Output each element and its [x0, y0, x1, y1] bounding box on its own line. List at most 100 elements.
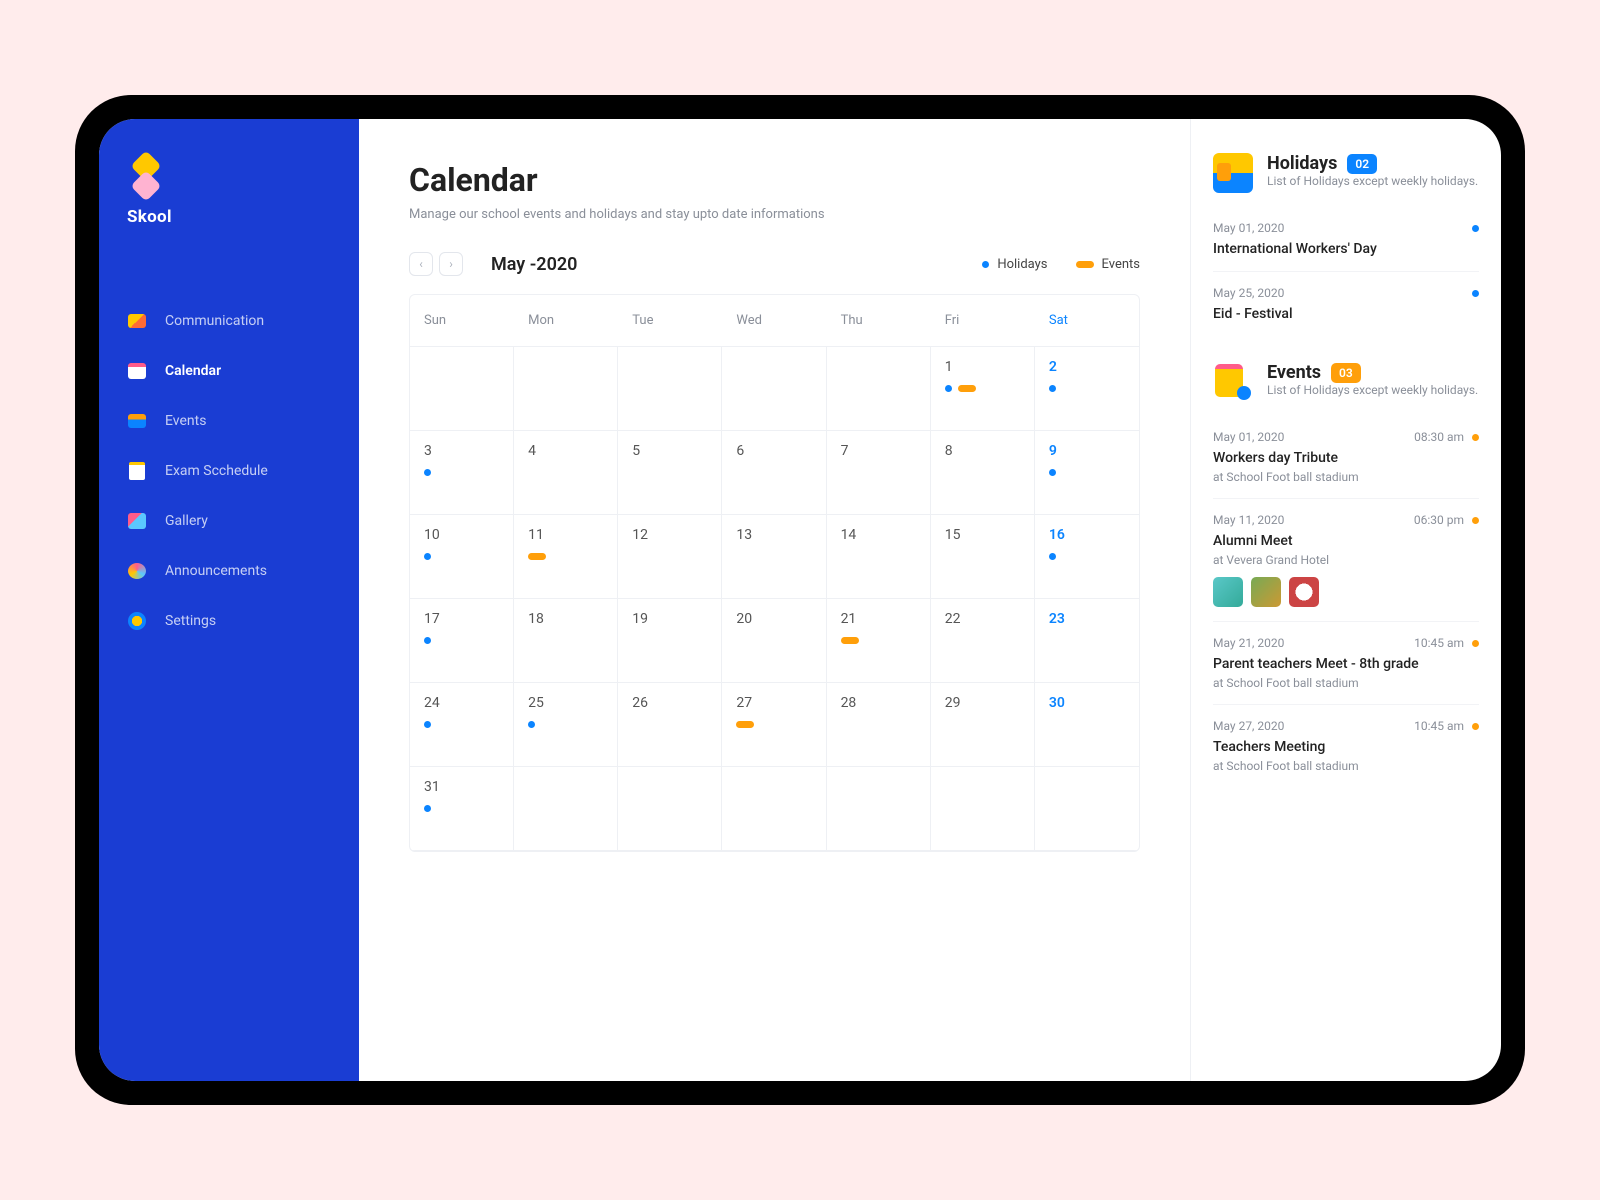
nav-calendar[interactable]: Calendar: [99, 347, 359, 395]
date-cell[interactable]: 18: [514, 599, 618, 683]
chat-icon: [127, 311, 147, 331]
date-cell[interactable]: 15: [931, 515, 1035, 599]
holiday-marker-icon: [945, 385, 952, 392]
event-marker-icon: [736, 721, 754, 728]
date-number: 15: [945, 527, 1020, 543]
event-time: 10:45 am: [1414, 636, 1464, 650]
gear-icon: [127, 611, 147, 631]
event-item[interactable]: May 01, 202008:30 amWorkers day Tributea…: [1213, 416, 1479, 499]
thumbnail-image[interactable]: [1289, 577, 1319, 607]
event-item[interactable]: May 21, 202010:45 amParent teachers Meet…: [1213, 622, 1479, 705]
nav-events[interactable]: Events: [99, 397, 359, 445]
date-number: 3: [424, 443, 499, 459]
event-item[interactable]: May 11, 202006:30 pmAlumni Meetat Vevera…: [1213, 499, 1479, 622]
date-cell[interactable]: 22: [931, 599, 1035, 683]
event-thumbnails: [1213, 577, 1479, 607]
nav: Communication Calendar Events Exam Scche…: [99, 297, 359, 645]
event-dot-icon: [1472, 723, 1479, 730]
date-cell[interactable]: 1: [931, 347, 1035, 431]
holiday-item[interactable]: May 25, 2020Eid - Festival: [1213, 272, 1479, 336]
nav-gallery[interactable]: Gallery: [99, 497, 359, 545]
date-cell[interactable]: 6: [722, 431, 826, 515]
date-cell[interactable]: 5: [618, 431, 722, 515]
next-month-button[interactable]: ›: [439, 252, 463, 276]
legend-events: Events: [1076, 257, 1140, 272]
holidays-count-badge: 02: [1347, 154, 1377, 174]
event-date: May 11, 2020: [1213, 513, 1284, 527]
date-cell[interactable]: 2: [1035, 347, 1139, 431]
date-number: 8: [945, 443, 1020, 459]
date-cell[interactable]: 16: [1035, 515, 1139, 599]
event-title: Teachers Meeting: [1213, 739, 1479, 755]
event-time: 06:30 pm: [1414, 513, 1464, 527]
date-cell: [827, 347, 931, 431]
event-marker-icon: [841, 637, 859, 644]
date-cell[interactable]: 29: [931, 683, 1035, 767]
date-cell[interactable]: 23: [1035, 599, 1139, 683]
nav-announcements[interactable]: Announcements: [99, 547, 359, 595]
events-list: May 01, 202008:30 amWorkers day Tributea…: [1213, 416, 1479, 787]
date-cell[interactable]: 27: [722, 683, 826, 767]
weekday-row: SunMonTueWedThuFriSat: [410, 295, 1139, 347]
date-number: 14: [841, 527, 916, 543]
calendar-pane: Calendar Manage our school events and ho…: [359, 119, 1191, 1081]
holiday-marker-icon: [424, 637, 431, 644]
events-header: Events03 List of Holidays except weekly …: [1213, 362, 1479, 402]
holiday-date: May 01, 2020: [1213, 221, 1284, 235]
date-number: 30: [1049, 695, 1125, 711]
date-cell[interactable]: 19: [618, 599, 722, 683]
date-cell[interactable]: 11: [514, 515, 618, 599]
holiday-marker-icon: [1049, 553, 1056, 560]
date-cell: [722, 767, 826, 851]
current-month: May -2020: [491, 254, 982, 275]
gallery-icon: [127, 511, 147, 531]
holidays-header: Holidays02 List of Holidays except weekl…: [1213, 153, 1479, 193]
date-cell: [1035, 767, 1139, 851]
date-number: 7: [841, 443, 916, 459]
thumbnail-image[interactable]: [1251, 577, 1281, 607]
holiday-title: International Workers' Day: [1213, 241, 1479, 257]
date-cell[interactable]: 21: [827, 599, 931, 683]
date-cell[interactable]: 8: [931, 431, 1035, 515]
date-cell[interactable]: 12: [618, 515, 722, 599]
nav-label: Calendar: [165, 363, 221, 379]
date-number: 13: [736, 527, 811, 543]
date-cell: [618, 767, 722, 851]
date-cell[interactable]: 4: [514, 431, 618, 515]
date-cell[interactable]: 25: [514, 683, 618, 767]
date-cell[interactable]: 26: [618, 683, 722, 767]
nav-settings[interactable]: Settings: [99, 597, 359, 645]
event-date: May 01, 2020: [1213, 430, 1284, 444]
event-time: 10:45 am: [1414, 719, 1464, 733]
event-dot-icon: [1472, 640, 1479, 647]
date-cell: [722, 347, 826, 431]
date-cell[interactable]: 30: [1035, 683, 1139, 767]
date-cell[interactable]: 31: [410, 767, 514, 851]
holiday-marker-icon: [528, 721, 535, 728]
date-cell[interactable]: 28: [827, 683, 931, 767]
date-cell[interactable]: 3: [410, 431, 514, 515]
date-grid: 1234567891011121314151617181920212223242…: [410, 347, 1139, 851]
event-dot-icon: [1472, 434, 1479, 441]
weekday-label: Sun: [410, 295, 514, 346]
date-cell[interactable]: 7: [827, 431, 931, 515]
date-cell[interactable]: 14: [827, 515, 931, 599]
date-cell[interactable]: 13: [722, 515, 826, 599]
nav-exam-schedule[interactable]: Exam Scchedule: [99, 447, 359, 495]
date-cell[interactable]: 20: [722, 599, 826, 683]
date-number: 2: [1049, 359, 1125, 375]
date-markers: [424, 721, 499, 728]
holiday-item[interactable]: May 01, 2020 International Workers' Day: [1213, 207, 1479, 272]
date-cell[interactable]: 9: [1035, 431, 1139, 515]
date-cell[interactable]: 17: [410, 599, 514, 683]
event-item[interactable]: May 27, 202010:45 amTeachers Meetingat S…: [1213, 705, 1479, 787]
nav-communication[interactable]: Communication: [99, 297, 359, 345]
holiday-marker-icon: [424, 553, 431, 560]
date-markers: [424, 553, 499, 560]
date-cell[interactable]: 10: [410, 515, 514, 599]
date-cell: [410, 347, 514, 431]
event-date: May 27, 2020: [1213, 719, 1284, 733]
thumbnail-image[interactable]: [1213, 577, 1243, 607]
date-cell[interactable]: 24: [410, 683, 514, 767]
prev-month-button[interactable]: ‹: [409, 252, 433, 276]
